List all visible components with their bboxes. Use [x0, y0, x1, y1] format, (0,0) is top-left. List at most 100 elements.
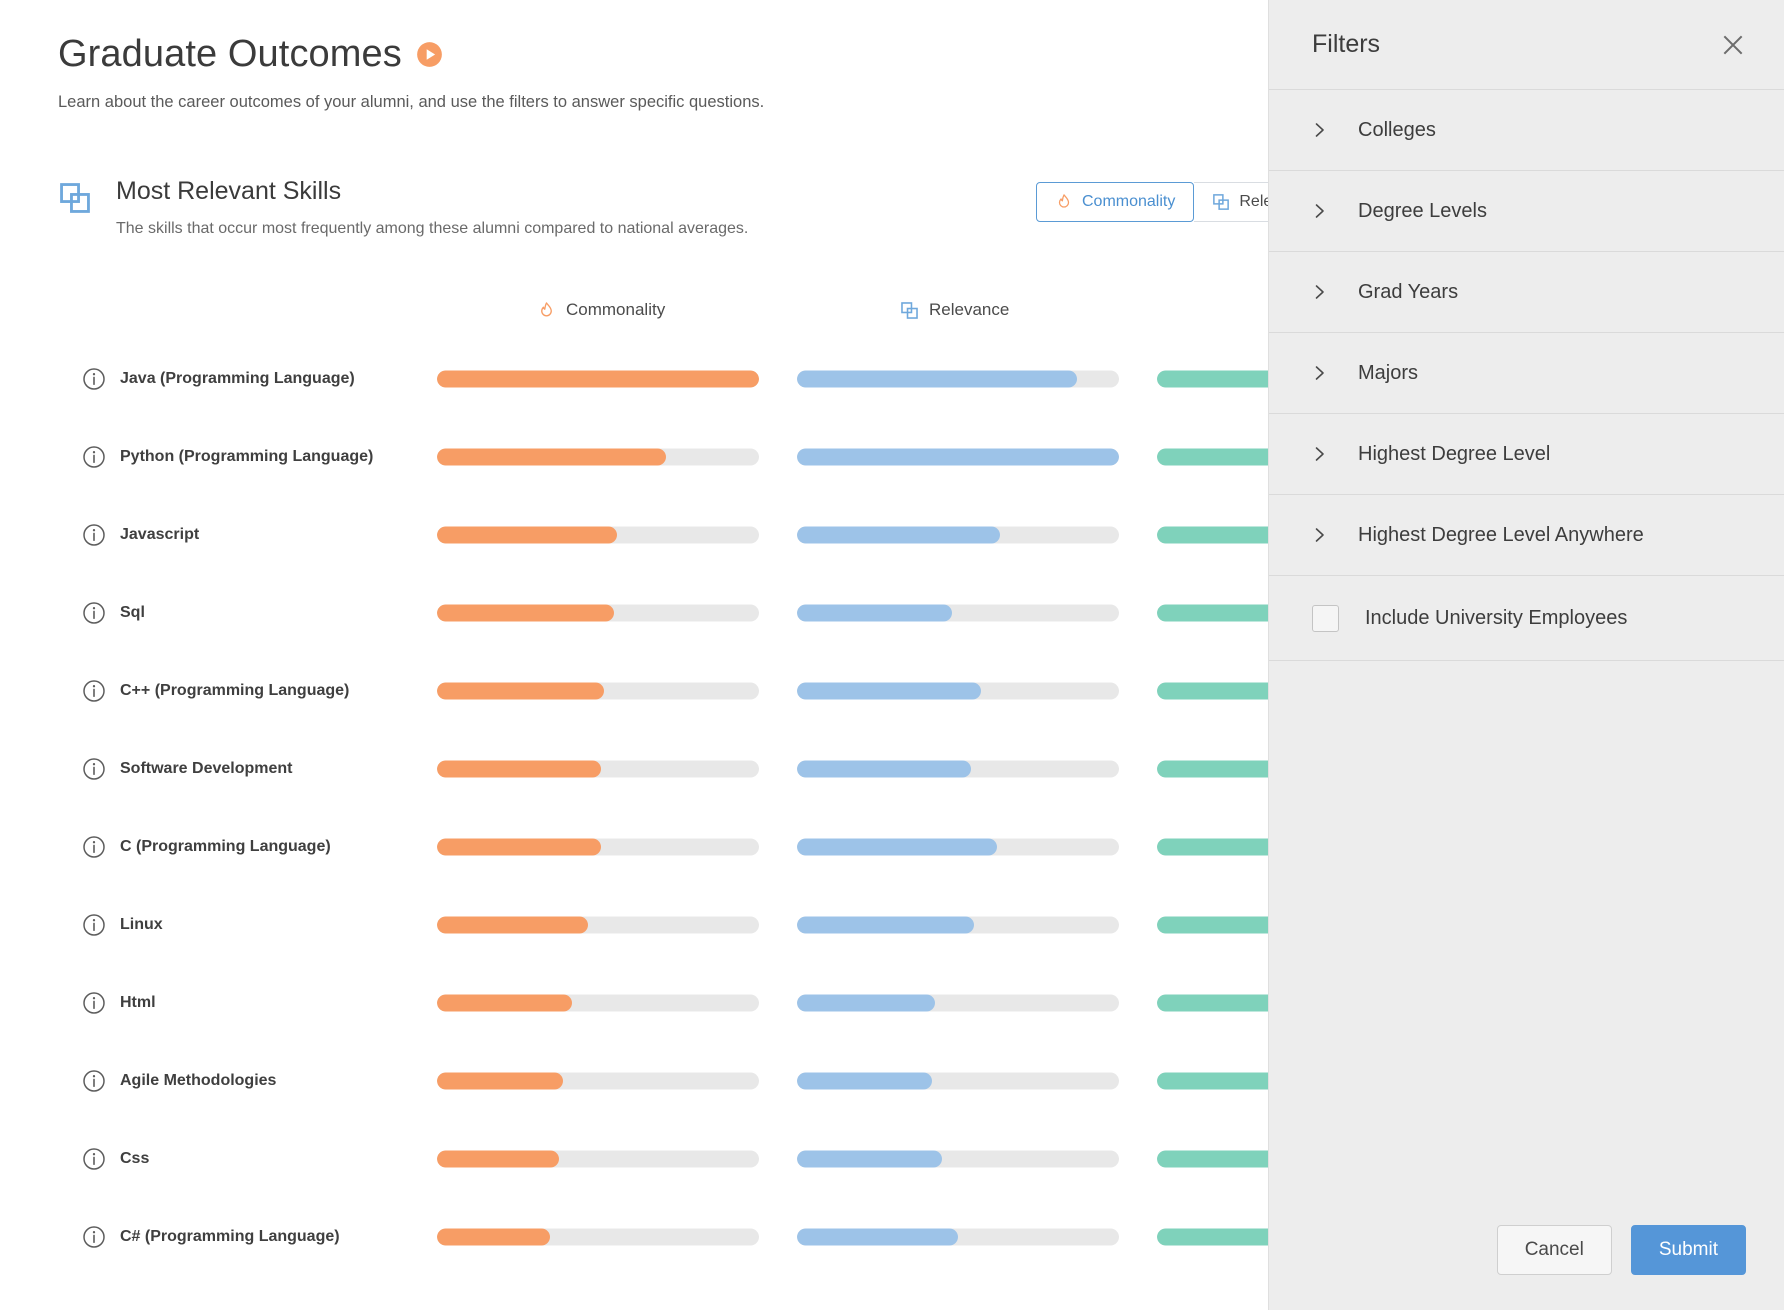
- skill-label: C++ (Programming Language): [82, 679, 349, 703]
- relevance-bar-track: [797, 916, 1119, 934]
- relevance-bar-track: [797, 994, 1119, 1012]
- filter-item-colleges[interactable]: Colleges: [1269, 90, 1784, 171]
- skill-label: Html: [82, 991, 156, 1015]
- commonality-bar-fill: [437, 448, 666, 466]
- filter-item-grad-years[interactable]: Grad Years: [1269, 252, 1784, 333]
- skill-label: Css: [82, 1147, 149, 1171]
- relevance-bar-fill: [797, 682, 981, 700]
- skill-name: Javascript: [120, 526, 200, 543]
- relevance-bar-fill: [797, 916, 975, 934]
- column-header-relevance-label: Relevance: [929, 300, 1010, 319]
- app-root: Graduate Outcomes Learn about the career…: [0, 0, 1784, 1310]
- commonality-bar-track: [437, 1150, 759, 1168]
- overlapping-squares-icon: [60, 183, 90, 213]
- card-title: Most Relevant Skills: [116, 177, 342, 205]
- commonality-bar-track: [437, 370, 759, 388]
- close-icon[interactable]: [1720, 32, 1746, 58]
- info-icon[interactable]: [82, 757, 106, 781]
- card-description: The skills that occur most frequently am…: [116, 219, 749, 237]
- filter-item-label: Highest Degree Level Anywhere: [1358, 523, 1644, 546]
- filter-item-degree-levels[interactable]: Degree Levels: [1269, 171, 1784, 252]
- flame-icon: [541, 301, 552, 316]
- include-university-employees-checkbox[interactable]: [1312, 604, 1339, 632]
- commonality-bar-fill: [437, 1228, 550, 1246]
- info-icon[interactable]: [82, 601, 106, 625]
- relevance-bar-track: [797, 1150, 1119, 1168]
- skill-name: Sql: [120, 604, 145, 621]
- commonality-bar-fill: [437, 916, 589, 934]
- relevance-bar-fill: [797, 604, 952, 622]
- commonality-bar-fill: [437, 1072, 563, 1090]
- info-icon[interactable]: [82, 1225, 106, 1249]
- info-icon[interactable]: [82, 367, 106, 391]
- skill-label: Java (Programming Language): [82, 367, 355, 391]
- relevance-bar-fill: [797, 448, 1119, 466]
- skill-name: Agile Methodologies: [120, 1072, 277, 1089]
- info-icon[interactable]: [82, 679, 106, 703]
- commonality-bar-fill: [437, 604, 615, 622]
- chevron-right-icon: [1315, 123, 1324, 137]
- skill-label: Javascript: [82, 523, 199, 547]
- skill-name: Linux: [120, 916, 163, 933]
- commonality-bar-track: [437, 838, 759, 856]
- overlapping-squares-icon: [1213, 194, 1230, 210]
- relevance-bar-fill: [797, 994, 936, 1012]
- toggle-commonality[interactable]: Commonality: [1036, 182, 1195, 222]
- skill-name: C# (Programming Language): [120, 1228, 340, 1245]
- filter-item-label: Colleges: [1358, 118, 1436, 141]
- info-icon[interactable]: [82, 913, 106, 937]
- info-icon[interactable]: [82, 523, 106, 547]
- skill-name: Java (Programming Language): [120, 370, 355, 387]
- relevance-bar-track: [797, 370, 1119, 388]
- page-subtitle: Learn about the career outcomes of your …: [58, 92, 765, 111]
- relevance-bar-fill: [797, 370, 1078, 388]
- commonality-bar-track: [437, 994, 759, 1012]
- chevron-right-icon: [1315, 447, 1324, 461]
- column-header-commonality: Commonality: [537, 300, 665, 320]
- relevance-bar-track: [797, 604, 1119, 622]
- skill-name: Html: [120, 994, 156, 1011]
- relevance-bar-fill: [797, 760, 971, 778]
- skill-name: Python (Programming Language): [120, 448, 374, 465]
- cancel-button[interactable]: Cancel: [1496, 1225, 1612, 1275]
- skill-name: C (Programming Language): [120, 838, 331, 855]
- info-icon[interactable]: [82, 1069, 106, 1093]
- filter-item-highest-degree-level[interactable]: Highest Degree Level: [1269, 414, 1784, 495]
- relevance-bar-track: [797, 448, 1119, 466]
- flame-icon: [1058, 194, 1070, 208]
- info-icon[interactable]: [82, 991, 106, 1015]
- skill-name: C++ (Programming Language): [120, 682, 350, 699]
- commonality-bar-track: [437, 1072, 759, 1090]
- commonality-bar-fill: [437, 1150, 560, 1168]
- commonality-bar-fill: [437, 760, 602, 778]
- relevance-bar-track: [797, 1228, 1119, 1246]
- filters-list: Colleges Degree Levels Grad Years Majors Hig…: [1269, 90, 1784, 1190]
- filter-item-label: Degree Levels: [1358, 199, 1487, 222]
- commonality-bar-track: [437, 1228, 759, 1246]
- commonality-bar-track: [437, 604, 759, 622]
- chevron-right-icon: [1315, 285, 1324, 299]
- skill-label: Sql: [82, 601, 145, 625]
- relevance-bar-track: [797, 526, 1119, 544]
- skill-label: Agile Methodologies: [82, 1069, 276, 1093]
- relevance-bar-track: [797, 760, 1119, 778]
- relevance-bar-track: [797, 838, 1119, 856]
- include-university-employees-row[interactable]: Include University Employees: [1269, 576, 1784, 661]
- info-icon[interactable]: [82, 445, 106, 469]
- filter-item-highest-degree-level-anywhere[interactable]: Highest Degree Level Anywhere: [1269, 495, 1784, 576]
- filter-item-majors[interactable]: Majors: [1269, 333, 1784, 414]
- play-circle-icon[interactable]: [416, 41, 443, 68]
- relevance-bar-track: [797, 682, 1119, 700]
- commonality-bar-track: [437, 682, 759, 700]
- commonality-bar-fill: [437, 838, 602, 856]
- filters-panel: Filters Colleges Degree Levels Grad Years M…: [1268, 0, 1784, 1310]
- relevance-bar-track: [797, 1072, 1119, 1090]
- filter-item-label: Majors: [1358, 361, 1419, 384]
- commonality-bar-track: [437, 448, 759, 466]
- info-icon[interactable]: [82, 1147, 106, 1171]
- submit-button[interactable]: Submit: [1630, 1225, 1746, 1275]
- commonality-bar-fill: [437, 994, 573, 1012]
- filters-footer: Cancel Submit: [1269, 1190, 1784, 1310]
- info-icon[interactable]: [82, 835, 106, 859]
- commonality-bar-track: [437, 760, 759, 778]
